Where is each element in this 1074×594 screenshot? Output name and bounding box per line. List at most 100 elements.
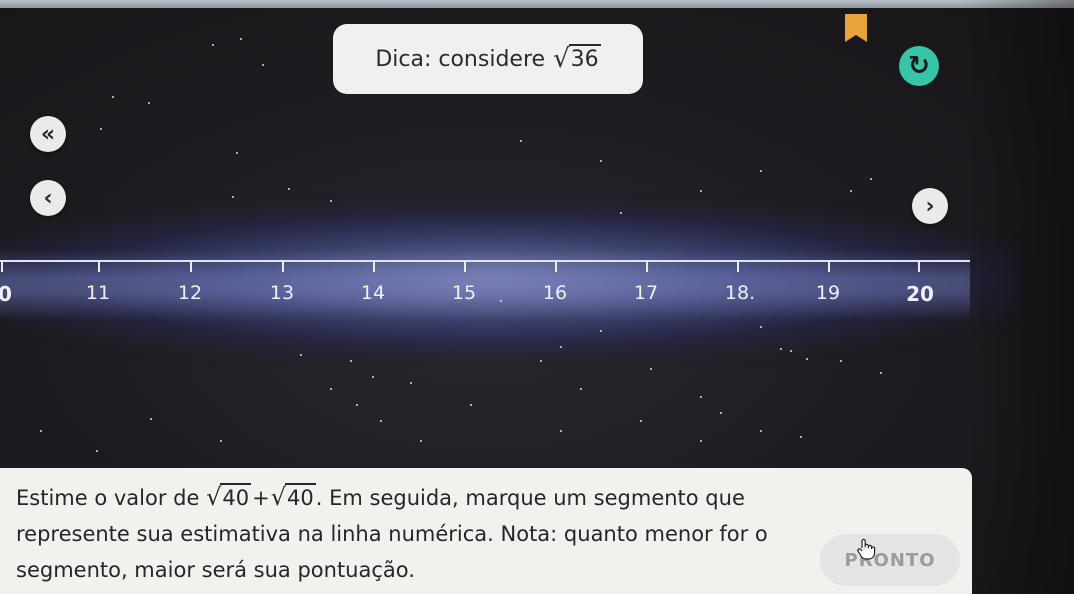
question-text: Estime o valor de √ 40 + √ 40 . Em segui… <box>16 480 776 588</box>
number-line-tick <box>282 260 284 272</box>
star-dot <box>356 404 358 406</box>
number-line-tick-label: 13 <box>269 282 295 304</box>
number-line-tick-label: 11 <box>85 282 111 304</box>
number-line-tick <box>828 260 830 272</box>
hint-box: Dica: considere √ 36 <box>333 24 643 94</box>
star-dot <box>350 360 352 362</box>
number-line[interactable]: 0 11 12 13 14 15 16 17 18. 19 20 <box>0 250 980 320</box>
star-dot <box>100 128 102 130</box>
right-shadow <box>964 0 1074 594</box>
star-dot <box>600 160 602 162</box>
star-dot <box>760 170 762 172</box>
star-dot <box>800 436 802 438</box>
star-dot <box>700 190 702 192</box>
reset-button[interactable]: ↻ <box>899 46 939 86</box>
number-line-tick <box>98 260 100 272</box>
number-line-tick-label: 14 <box>360 282 386 304</box>
star-dot <box>212 44 214 46</box>
hint-sqrt: √ 36 <box>553 44 601 74</box>
app-stage: Dica: considere √ 36 ↻ « ‹ › 0 11 12 13 … <box>0 0 1074 594</box>
number-line-start-label: 0 <box>0 282 12 306</box>
hand-cursor-icon <box>857 538 876 560</box>
number-line-tick-label: 18. <box>724 282 756 304</box>
star-dot <box>150 418 152 420</box>
star-dot <box>640 420 642 422</box>
star-dot <box>240 38 242 40</box>
star-dot <box>650 368 652 370</box>
star-dot <box>330 200 332 202</box>
star-dot <box>262 64 264 66</box>
next-button[interactable]: › <box>912 188 948 224</box>
star-dot <box>880 372 882 374</box>
star-dot <box>148 102 150 104</box>
star-dot <box>720 412 722 414</box>
number-line-tick-label: 17 <box>633 282 659 304</box>
number-line-tick <box>646 260 648 272</box>
star-dot <box>620 212 622 214</box>
hint-label: Dica: considere <box>375 46 546 72</box>
star-dot <box>470 404 472 406</box>
star-dot <box>410 382 412 384</box>
double-chevron-left-icon: « <box>40 121 56 147</box>
star-dot <box>40 430 42 432</box>
star-dot <box>870 178 872 180</box>
star-dot <box>580 388 582 390</box>
question-intro: Estime o valor de <box>16 486 200 510</box>
star-dot <box>288 188 290 190</box>
star-dot <box>840 360 842 362</box>
chevron-right-icon: › <box>925 193 935 219</box>
question-radicand-b: 40 <box>285 483 316 511</box>
star-dot <box>380 420 382 422</box>
question-sqrt-a: √ 40 <box>206 483 252 511</box>
radical-sign: √ <box>206 483 222 511</box>
number-line-tick <box>373 260 375 272</box>
back-button[interactable]: « <box>30 116 66 152</box>
number-line-tick-label: 15 <box>451 282 477 304</box>
number-line-tick-label: 20 <box>906 282 934 306</box>
number-line-tick <box>190 260 192 272</box>
number-line-tick <box>737 260 739 272</box>
plus-sign: + <box>252 486 270 510</box>
star-dot <box>780 348 782 350</box>
star-dot <box>760 430 762 432</box>
star-dot <box>330 388 332 390</box>
star-dot <box>220 440 222 442</box>
reset-icon: ↻ <box>908 51 930 81</box>
number-line-tick <box>464 260 466 272</box>
star-dot <box>700 440 702 442</box>
star-dot <box>790 350 792 352</box>
radical-sign: √ <box>553 44 570 74</box>
ready-button[interactable]: PRONTO <box>820 534 960 586</box>
number-line-tick <box>918 260 920 272</box>
star-dot <box>420 440 422 442</box>
number-line-tick <box>1 260 3 272</box>
radical-sign: √ <box>270 483 287 511</box>
number-line-tick-label: 19 <box>815 282 841 304</box>
star-dot <box>806 358 808 360</box>
number-line-tick-label: 16 <box>542 282 568 304</box>
star-dot <box>232 196 234 198</box>
question-radicand-a: 40 <box>220 483 252 511</box>
top-strip <box>0 0 1074 8</box>
number-line-tick <box>555 260 557 272</box>
chevron-left-icon: ‹ <box>43 185 53 211</box>
star-dot <box>560 346 562 348</box>
hint-radicand: 36 <box>568 44 601 74</box>
star-dot <box>520 140 522 142</box>
question-sqrt-b: √ 40 <box>271 483 316 511</box>
number-line-tick-label: 12 <box>177 282 203 304</box>
star-dot <box>700 396 702 398</box>
bookmark-icon[interactable] <box>845 14 867 42</box>
star-dot <box>112 96 114 98</box>
star-dot <box>560 430 562 432</box>
number-line-axis <box>0 260 970 262</box>
star-dot <box>600 330 602 332</box>
star-dot <box>300 354 302 356</box>
star-dot <box>760 326 762 328</box>
star-dot <box>96 450 98 452</box>
prev-button[interactable]: ‹ <box>30 180 66 216</box>
star-dot <box>372 376 374 378</box>
star-dot <box>850 190 852 192</box>
star-dot <box>236 152 238 154</box>
star-dot <box>540 360 542 362</box>
